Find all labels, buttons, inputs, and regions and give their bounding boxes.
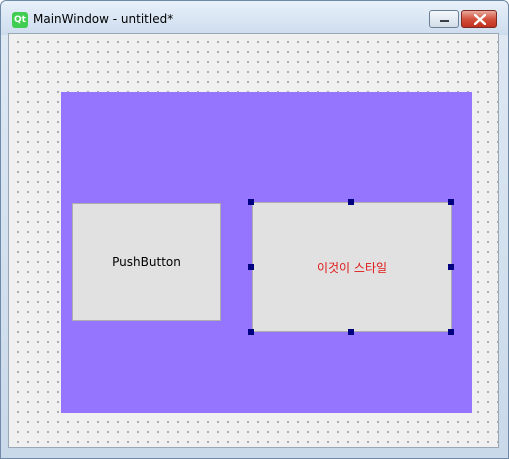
selection-handle-top-right[interactable] xyxy=(448,199,454,205)
selection-handle-bottom-center[interactable] xyxy=(348,329,354,335)
styled-button-label: 이것이 스타일 xyxy=(316,260,388,275)
minimize-icon xyxy=(440,20,449,22)
close-icon xyxy=(474,14,486,25)
selection-handle-middle-left[interactable] xyxy=(248,264,254,270)
window-title: MainWindow - untitled* xyxy=(33,12,174,26)
selection-handle-top-left[interactable] xyxy=(248,199,254,205)
minimize-button[interactable] xyxy=(429,10,459,28)
selection-handle-bottom-right[interactable] xyxy=(448,329,454,335)
selection-handle-middle-right[interactable] xyxy=(448,264,454,270)
qt-logo-icon: Qt xyxy=(12,12,28,28)
close-button[interactable] xyxy=(461,10,497,28)
push-button[interactable]: PushButton xyxy=(72,203,221,321)
push-button-label: PushButton xyxy=(112,255,181,269)
selection-handle-bottom-left[interactable] xyxy=(248,329,254,335)
styled-button-selected[interactable]: 이것이 스타일 xyxy=(252,202,452,332)
selection-handle-top-center[interactable] xyxy=(348,199,354,205)
title-bar[interactable]: Qt MainWindow - untitled* xyxy=(1,1,508,35)
